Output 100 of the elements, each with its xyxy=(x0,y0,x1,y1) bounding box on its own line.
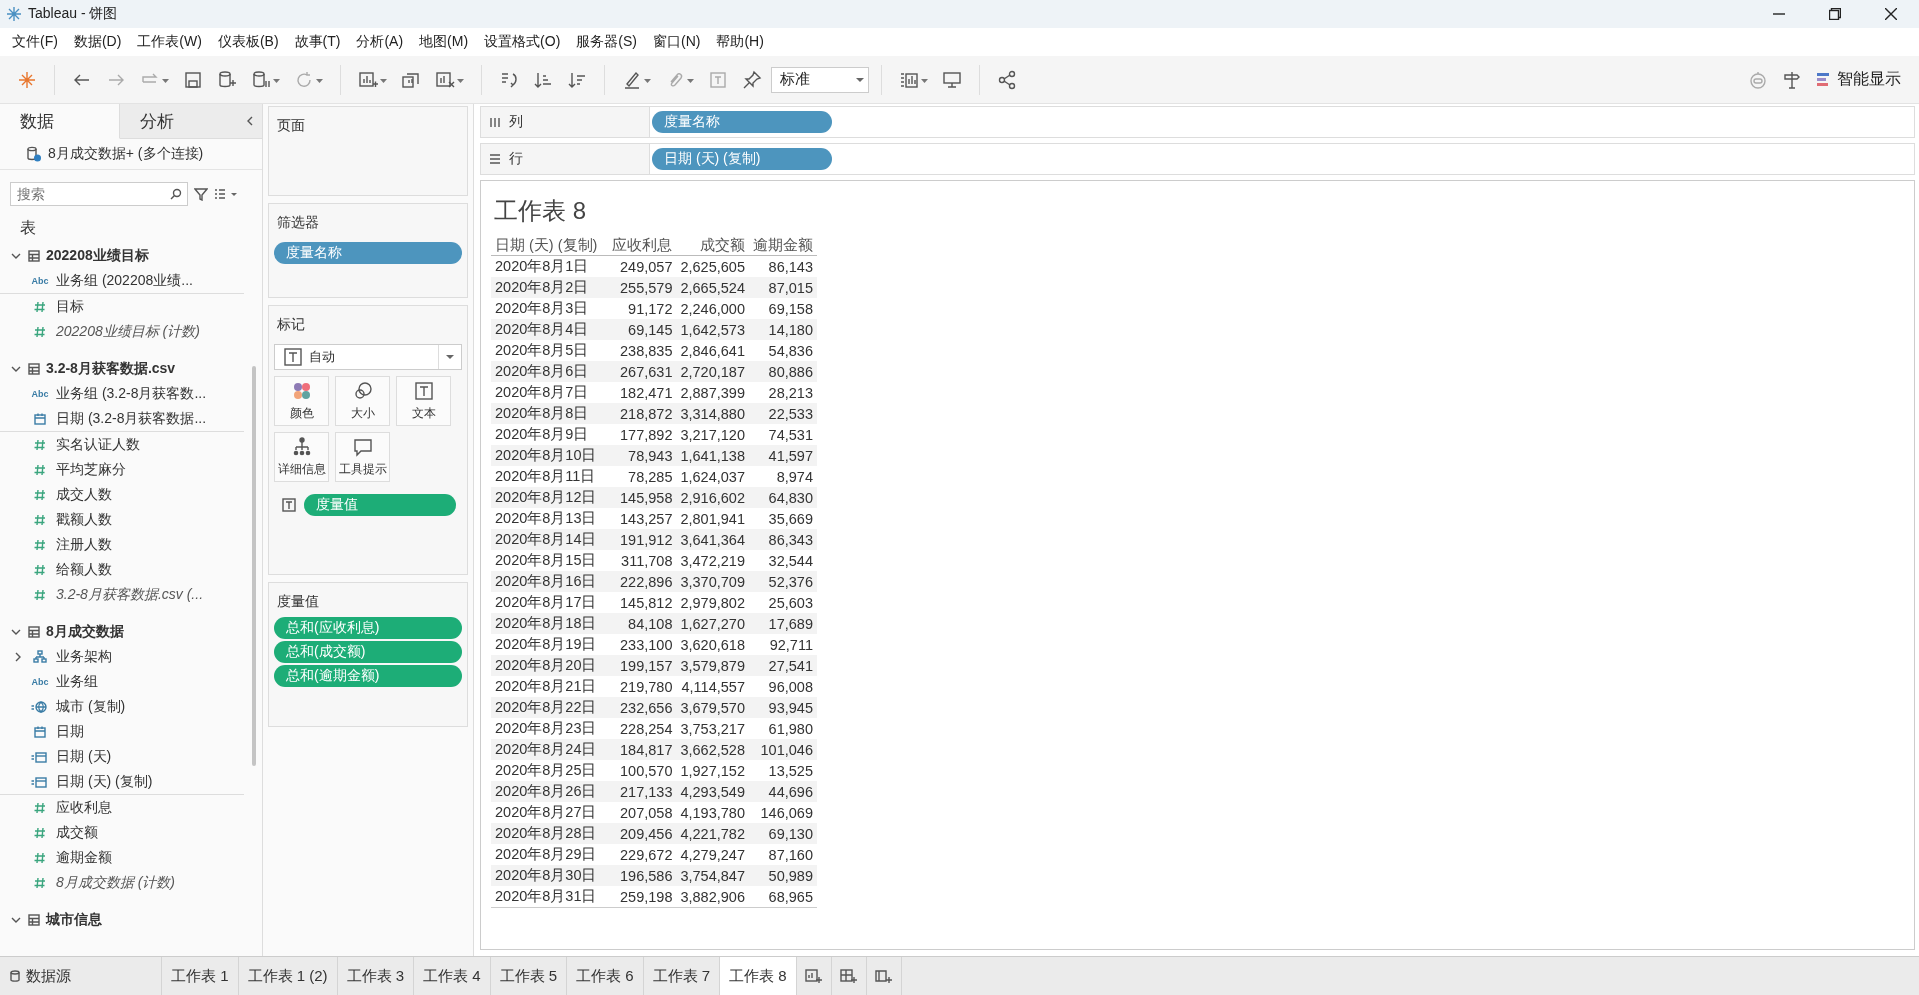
mark-property-button[interactable]: 大小 xyxy=(335,376,390,426)
shelf-label: 行 xyxy=(509,150,523,168)
mark-property-button[interactable]: 文本 xyxy=(396,376,451,426)
table-cell: 4,279,247 xyxy=(676,844,749,865)
table-name[interactable]: 8月成交数据 xyxy=(46,622,124,641)
fit-dropdown[interactable]: 标准 xyxy=(771,66,869,93)
menu-item[interactable]: 分析(A) xyxy=(348,33,412,51)
table-cell: 17,689 xyxy=(748,613,817,634)
table-cell: 2020年8月24日 xyxy=(491,739,609,760)
field-name[interactable]: 城市 (复制) xyxy=(56,697,126,716)
menu-item[interactable]: 设置格式(O) xyxy=(476,33,569,51)
menu-item[interactable]: 文件(F) xyxy=(4,33,66,51)
mark-property-button[interactable]: 颜色 xyxy=(274,376,329,426)
field-name[interactable]: 业务架构 xyxy=(56,647,112,666)
table-name[interactable]: 城市信息 xyxy=(46,910,102,929)
menu-item[interactable]: 仪表板(B) xyxy=(209,33,287,51)
search-field[interactable]: 搜索 xyxy=(10,182,188,206)
table-cell: 68,965 xyxy=(748,886,817,908)
number-type-icon xyxy=(33,437,47,452)
table-cell: 2,246,000 xyxy=(676,298,749,319)
field-name[interactable]: 202208业绩目标 (计数) xyxy=(56,322,200,341)
menu-item[interactable]: 工作表(W) xyxy=(129,33,210,51)
table-cell: 2,979,802 xyxy=(676,592,749,613)
field-name[interactable]: 成交额 xyxy=(56,823,98,842)
table-cell: 2020年8月30日 xyxy=(491,865,609,886)
menu-item[interactable]: 数据(D) xyxy=(65,33,130,51)
table-cell: 1,927,152 xyxy=(676,760,749,781)
field-name[interactable]: 目标 xyxy=(56,297,84,316)
field-name[interactable]: 给额人数 xyxy=(56,560,112,579)
mark-property-button[interactable]: 工具提示 xyxy=(335,432,390,482)
bar-chart-icon xyxy=(1817,71,1831,88)
speech-bubble-icon xyxy=(352,436,373,457)
mark-type-dropdown[interactable]: 自动 xyxy=(274,344,462,370)
table-cell: 2020年8月21日 xyxy=(491,676,609,697)
field-name[interactable]: 8月成交数据 (计数) xyxy=(56,873,175,892)
menu-item[interactable]: 故事(T) xyxy=(286,33,349,51)
collapse-icon[interactable] xyxy=(246,116,254,126)
show-me-button[interactable]: 智能显示 xyxy=(1811,65,1907,94)
table-name[interactable]: 3.2-8月获客数据.csv xyxy=(46,359,176,378)
field-name[interactable]: 平均芝麻分 xyxy=(56,460,126,479)
chevron-icon[interactable] xyxy=(13,651,23,662)
field-name[interactable]: 注册人数 xyxy=(56,535,112,554)
window-title: Tableau - 饼图 xyxy=(28,5,119,23)
table-cell: 86,343 xyxy=(748,529,817,550)
table-cell: 87,015 xyxy=(748,277,817,298)
table-cell: 217,133 xyxy=(608,781,677,802)
table-cell: 69,158 xyxy=(748,298,817,319)
restore-icon xyxy=(1829,8,1841,20)
table-cell: 52,376 xyxy=(748,571,817,592)
field-name[interactable]: 实名认证人数 xyxy=(56,435,140,454)
table-cell: 145,812 xyxy=(608,592,677,613)
field-name[interactable]: 业务组 xyxy=(56,672,98,691)
table-cell: 41,597 xyxy=(748,445,817,466)
menu-item[interactable]: 地图(M) xyxy=(411,33,477,51)
field-name[interactable]: 日期 xyxy=(56,722,84,741)
table-cell: 61,980 xyxy=(748,718,817,739)
number-type-icon xyxy=(33,587,47,602)
field-name[interactable]: 日期 (3.2-8月获客数据... xyxy=(56,409,207,428)
table-cell: 2020年8月4日 xyxy=(491,319,609,340)
table-cell: 93,945 xyxy=(748,697,817,718)
number-type-icon xyxy=(33,800,47,815)
table-cell: 2020年8月5日 xyxy=(491,340,609,361)
pages-label: 页面 xyxy=(276,116,306,135)
database-icon xyxy=(10,970,20,982)
table-cell: 2020年8月25日 xyxy=(491,760,609,781)
table-cell: 2020年8月22日 xyxy=(491,697,609,718)
field-name[interactable]: 3.2-8月获客数据.csv (... xyxy=(56,585,204,604)
filter-icon[interactable] xyxy=(194,187,208,201)
field-name[interactable]: 戳额人数 xyxy=(56,510,112,529)
table-cell: 2020年8月6日 xyxy=(491,361,609,382)
sheet-title: 工作表 8 xyxy=(494,196,587,226)
field-name[interactable]: 应收利息 xyxy=(56,798,112,817)
caret-icon xyxy=(446,353,454,361)
table-cell: 4,221,782 xyxy=(676,823,749,844)
hierarchy-icon xyxy=(33,649,47,664)
table-cell: 177,892 xyxy=(608,424,677,445)
field-name[interactable]: 日期 (天) (复制) xyxy=(56,772,153,791)
field-name[interactable]: 逾期金额 xyxy=(56,848,112,867)
panel-tab[interactable]: 分析 xyxy=(119,104,238,139)
menu-item[interactable]: 帮助(H) xyxy=(708,33,772,51)
field-name[interactable]: 日期 (天) xyxy=(56,747,112,766)
table-name[interactable]: 202208业绩目标 xyxy=(46,246,149,265)
table-cell: 2020年8月11日 xyxy=(491,466,609,487)
table-cell: 146,069 xyxy=(748,802,817,823)
data-source-name[interactable]: 8月成交数据+ (多个连接) xyxy=(48,145,204,163)
mark-property-button[interactable]: 详细信息 xyxy=(274,432,329,482)
table-icon xyxy=(28,249,40,262)
field-name[interactable]: 业务组 (3.2-8月获客数... xyxy=(56,384,207,403)
table-cell: 209,456 xyxy=(608,823,677,844)
field-name[interactable]: 业务组 (202208业绩... xyxy=(56,271,193,290)
list-view-icon[interactable] xyxy=(214,187,238,201)
database-icon xyxy=(26,146,42,162)
menu-item[interactable]: 服务器(S) xyxy=(568,33,645,51)
table-cell: 2,625,605 xyxy=(676,255,749,277)
table-cell: 96,008 xyxy=(748,676,817,697)
field-name[interactable]: 成交人数 xyxy=(56,485,112,504)
sheet-tab[interactable]: 工作表 8 xyxy=(720,957,797,995)
calculated-calendar-icon xyxy=(31,774,49,789)
menu-item[interactable]: 窗口(N) xyxy=(645,33,709,51)
table-cell: 2,846,641 xyxy=(676,340,749,361)
